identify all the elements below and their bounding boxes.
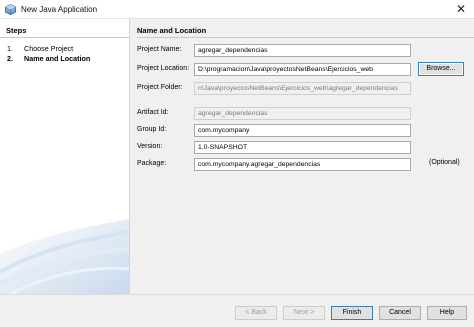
- version-label: Version:: [137, 143, 163, 150]
- help-button[interactable]: Help: [427, 306, 467, 320]
- next-button[interactable]: Next >: [283, 306, 325, 320]
- package-label: Package:: [137, 160, 167, 167]
- finish-button[interactable]: Finish: [331, 306, 373, 320]
- project-name-field[interactable]: agregar_dependencias: [194, 44, 411, 57]
- window-title: New Java Application: [21, 5, 98, 14]
- group-id-field[interactable]: com.mycompany: [194, 124, 411, 137]
- project-folder-field: n\Java\proyectosNetBeans\Ejercicios_web\…: [194, 82, 411, 95]
- artifact-id-label: Artifact Id:: [137, 109, 169, 116]
- step-number: 2.: [7, 54, 13, 63]
- step-item-current: 2. Name and Location: [7, 54, 90, 64]
- step-number: 1.: [7, 44, 13, 53]
- package-field[interactable]: com.mycompany.agregar_dependencias: [194, 158, 411, 171]
- artifact-id-field: agregar_dependencias: [194, 107, 411, 120]
- steps-header: Steps: [0, 26, 129, 38]
- project-location-field[interactable]: D:\programacion\Java\proyectosNetBeans\E…: [194, 63, 411, 76]
- title-bar: New Java Application ✕: [0, 0, 474, 19]
- step-label: Name and Location: [24, 54, 91, 63]
- project-location-label: Project Location:: [137, 65, 190, 72]
- version-field[interactable]: 1.0-SNAPSHOT: [194, 141, 411, 154]
- decorative-swoosh: [0, 219, 129, 294]
- project-name-label: Project Name:: [137, 46, 182, 53]
- name-location-panel: Name and Location Project Name: agregar_…: [131, 19, 474, 294]
- optional-label: (Optional): [429, 159, 460, 166]
- close-icon[interactable]: ✕: [454, 2, 468, 16]
- back-button[interactable]: < Back: [235, 306, 277, 320]
- group-id-label: Group Id:: [137, 126, 167, 133]
- step-item: 1. Choose Project: [7, 44, 90, 54]
- cancel-button[interactable]: Cancel: [379, 306, 421, 320]
- browse-button[interactable]: Browse...: [418, 62, 464, 76]
- panel-header: Name and Location: [137, 26, 474, 38]
- divider: [0, 294, 474, 295]
- steps-list: 1. Choose Project 2. Name and Location: [7, 44, 90, 64]
- steps-panel: Steps 1. Choose Project 2. Name and Loca…: [0, 19, 130, 294]
- step-label: Choose Project: [24, 44, 74, 53]
- netbeans-cube-icon: [5, 4, 16, 15]
- project-folder-label: Project Folder:: [137, 84, 183, 91]
